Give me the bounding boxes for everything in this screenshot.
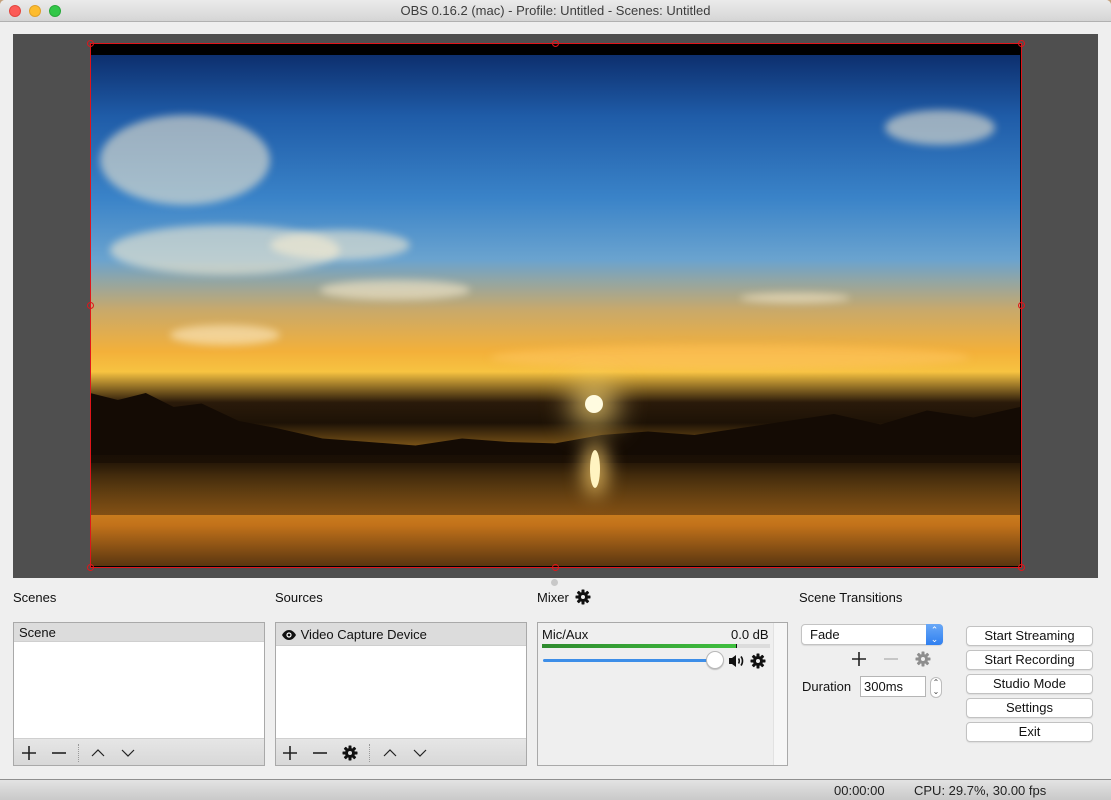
resize-handle-right[interactable] [1018,302,1025,309]
scenes-list[interactable]: Scene [13,622,265,766]
volume-meter-fill [542,644,736,648]
remove-transition-icon[interactable] [883,651,899,667]
eye-visibility-icon[interactable] [281,629,297,641]
scenes-label: Scenes [13,590,57,605]
cloud [270,230,410,260]
select-arrows-icon: ⌃ ⌄ [926,624,943,645]
resize-handle-bottom-left[interactable] [87,564,94,571]
duration-input[interactable]: 300ms [860,676,926,697]
add-source-button[interactable] [280,742,300,762]
gear-icon [342,745,358,761]
add-transition-icon[interactable] [851,651,867,667]
transition-select[interactable]: Fade ⌃ ⌄ [801,624,943,645]
mixer-label: Mixer [537,590,569,605]
move-source-down-button[interactable] [410,742,430,762]
start-recording-button[interactable]: Start Recording [966,650,1093,670]
channel-name: Mic/Aux [542,627,589,642]
duration-stepper[interactable]: ⌃ ⌄ [930,677,942,698]
move-source-up-button[interactable] [380,742,400,762]
source-list-item[interactable]: Video Capture Device [276,623,526,646]
minimize-window-button[interactable] [29,5,41,17]
channel-gear-icon[interactable] [750,653,766,669]
resize-handle-bottom-right[interactable] [1018,564,1025,571]
move-scene-down-button[interactable] [118,742,138,762]
source-name: Video Capture Device [300,627,427,642]
exit-button[interactable]: Exit [966,722,1093,742]
sources-list[interactable]: Video Capture Device [275,622,527,766]
toolbar-separator [369,744,370,762]
dock-splitter-handle[interactable] [551,579,558,586]
chevron-down-icon [413,749,427,757]
zoom-window-button[interactable] [49,5,61,17]
volume-slider-track[interactable] [543,659,715,662]
remove-source-button[interactable] [310,742,330,762]
window-title: OBS 0.16.2 (mac) - Profile: Untitled - S… [400,3,711,18]
volume-meter [542,644,770,648]
toolbar-separator [78,744,79,762]
channel-db: 0.0 dB [731,627,769,642]
chevron-up-icon [91,748,105,757]
transition-gear-icon[interactable] [915,651,931,667]
title-bar: OBS 0.16.2 (mac) - Profile: Untitled - S… [0,0,1111,22]
mixer-label-wrap: Mixer [537,589,591,605]
sun [585,395,603,413]
mixer-gear-icon[interactable] [575,589,591,605]
resize-handle-left[interactable] [87,302,94,309]
cloud [100,115,270,205]
chevron-down-icon [121,749,135,757]
remove-scene-button[interactable] [49,742,69,762]
add-icon [283,745,297,760]
studio-mode-button[interactable]: Studio Mode [966,674,1093,694]
recording-time: 00:00:00 [834,783,885,798]
volume-slider-knob[interactable] [706,651,724,669]
video-capture-image [90,55,1020,566]
chevron-up-icon [383,748,397,757]
add-scene-button[interactable] [19,742,39,762]
volume-meter-peak [736,644,737,648]
move-scene-up-button[interactable] [88,742,108,762]
scene-list-item[interactable]: Scene [14,623,264,642]
mixer-panel: Mic/Aux 0.0 dB [537,622,788,766]
preview-canvas[interactable] [90,43,1022,568]
cloud [490,345,970,370]
duration-label: Duration [802,679,852,694]
cloud [740,293,850,303]
cloud [170,325,280,345]
scene-transitions-label: Scene Transitions [799,590,903,605]
cloud [320,280,470,300]
close-window-button[interactable] [9,5,21,17]
source-properties-button[interactable] [340,742,360,762]
preview-area[interactable] [13,34,1098,578]
scene-name: Scene [19,625,56,640]
status-bar: 00:00:00 CPU: 29.7%, 30.00 fps [0,779,1111,800]
resize-handle-bottom[interactable] [552,564,559,571]
resize-handle-top-right[interactable] [1018,40,1025,47]
water-reflection [90,455,1020,515]
transition-selected-value: Fade [810,627,840,642]
obs-window: OBS 0.16.2 (mac) - Profile: Untitled - S… [0,0,1111,800]
mixer-scrollbar[interactable] [773,623,787,765]
scenes-toolbar [14,738,264,765]
sources-label: Sources [275,590,323,605]
resize-handle-top[interactable] [552,40,559,47]
speaker-mute-icon[interactable] [728,654,746,668]
remove-icon [52,751,66,754]
add-icon [22,745,36,760]
cpu-fps-readout: CPU: 29.7%, 30.00 fps [914,783,1047,798]
remove-icon [313,751,327,754]
sources-toolbar [276,738,526,765]
settings-button[interactable]: Settings [966,698,1093,718]
sun-reflection [590,450,600,488]
start-streaming-button[interactable]: Start Streaming [966,626,1093,646]
cloud [885,110,995,145]
resize-handle-top-left[interactable] [87,40,94,47]
